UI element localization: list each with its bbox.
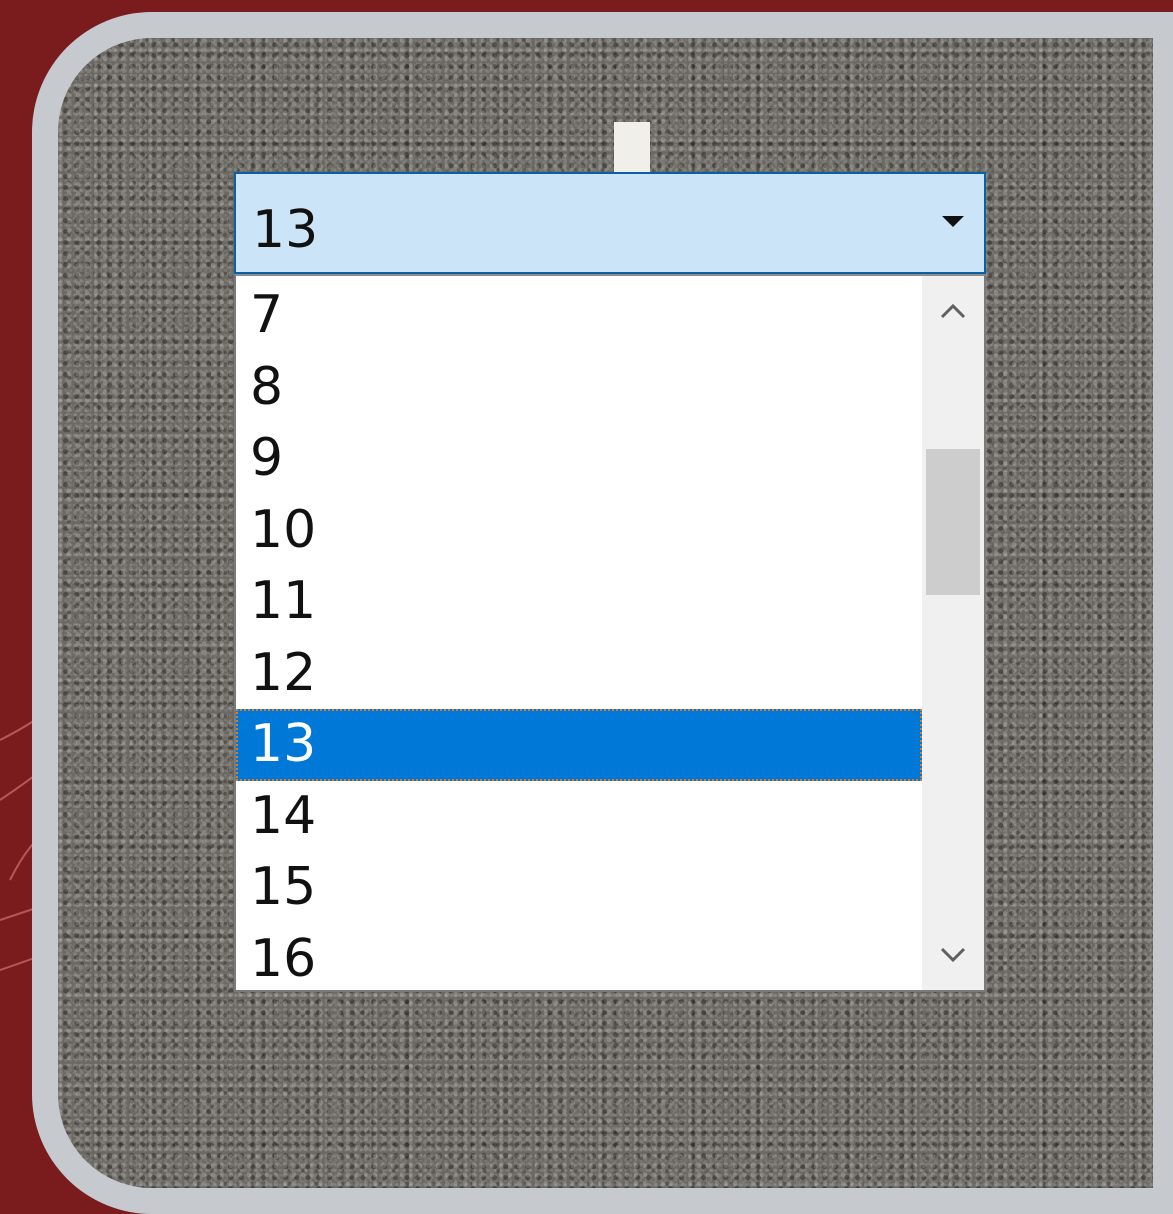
list-item[interactable]: 8	[236, 352, 922, 424]
combobox-value: 13	[252, 200, 319, 260]
dropdown-list[interactable]: 7 8 9 10 11 12 13 14 15 16	[234, 274, 986, 992]
list-item[interactable]: 15	[236, 852, 922, 924]
dropdown-items: 7 8 9 10 11 12 13 14 15 16	[236, 280, 922, 991]
list-item[interactable]: 10	[236, 495, 922, 567]
chevron-down-icon[interactable]	[922, 920, 984, 990]
list-item[interactable]: 12	[236, 638, 922, 710]
scroll-thumb[interactable]	[926, 448, 980, 595]
list-item[interactable]: 13	[236, 709, 922, 781]
background-post	[614, 122, 650, 174]
list-item[interactable]: 9	[236, 423, 922, 495]
chevron-up-icon[interactable]	[922, 276, 984, 346]
list-item[interactable]: 11	[236, 566, 922, 638]
number-combobox[interactable]: 13	[234, 172, 986, 274]
list-item[interactable]: 14	[236, 781, 922, 853]
list-item[interactable]: 7	[236, 280, 922, 352]
vertical-scrollbar[interactable]	[922, 276, 984, 990]
list-item[interactable]: 16	[236, 924, 922, 991]
frame-right-edge	[1153, 12, 1173, 1214]
caret-down-icon[interactable]	[942, 216, 964, 227]
